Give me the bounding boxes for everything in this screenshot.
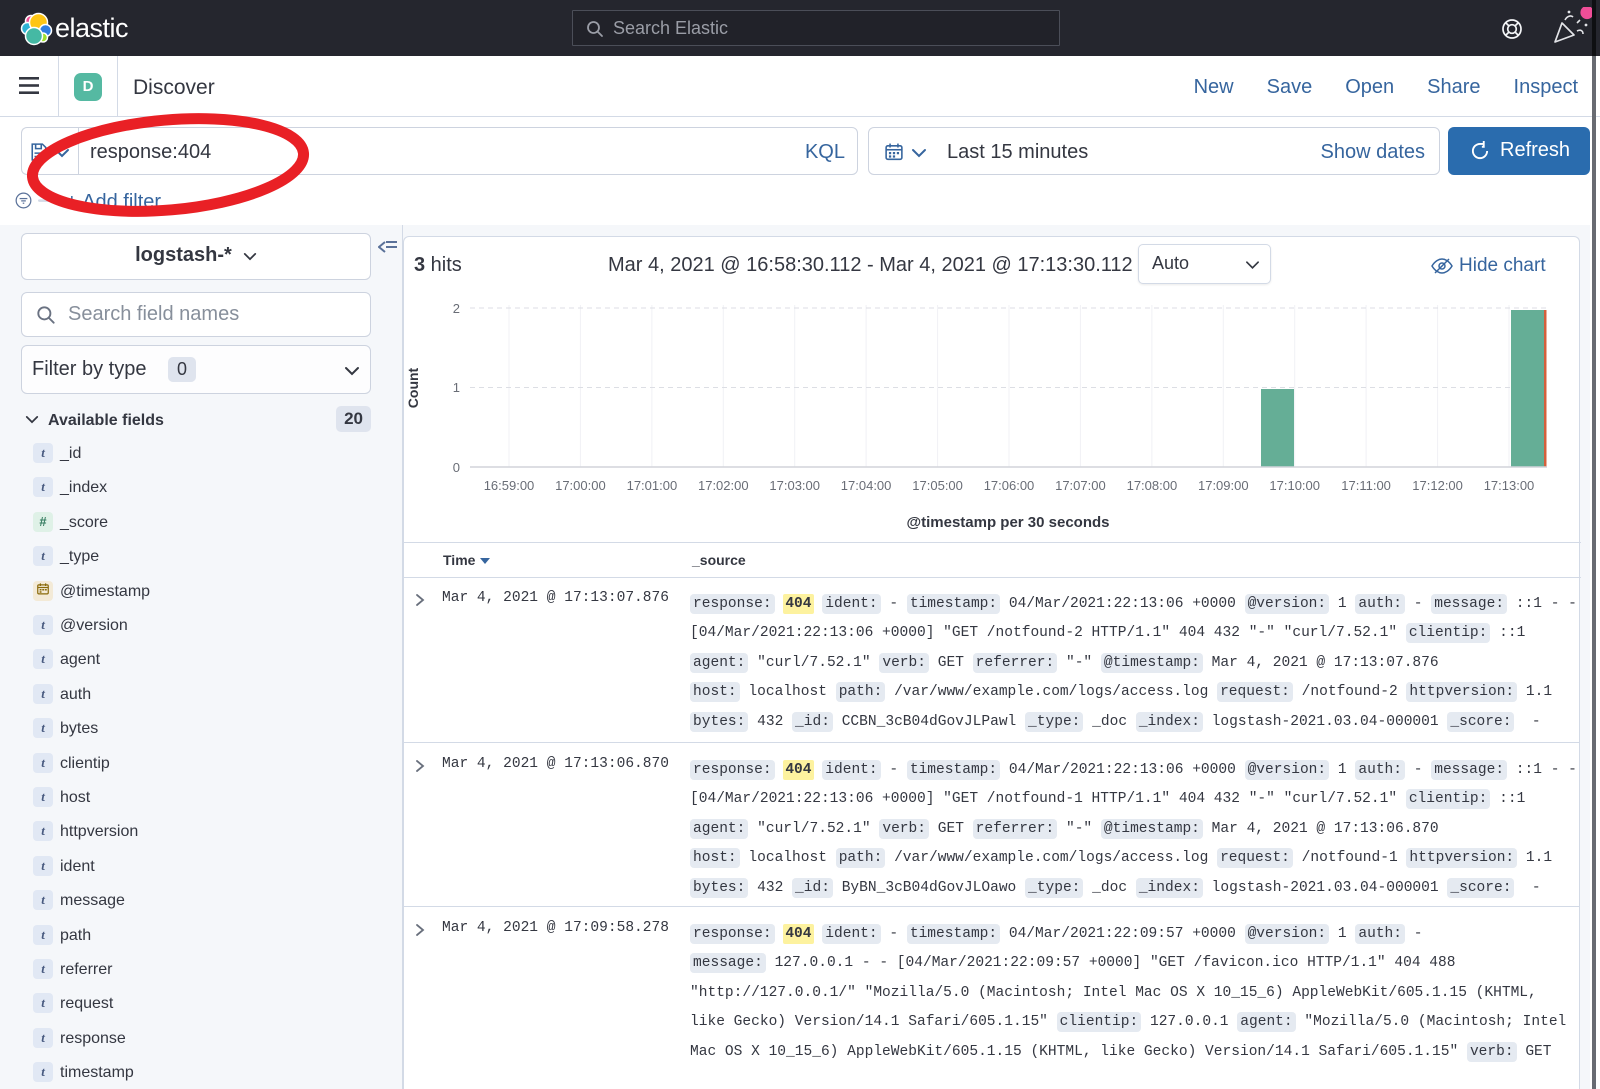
svg-text:17:05:00: 17:05:00 <box>912 478 963 493</box>
svg-text:17:12:00: 17:12:00 <box>1412 478 1463 493</box>
svg-text:17:02:00: 17:02:00 <box>698 478 749 493</box>
svg-text:17:00:00: 17:00:00 <box>555 478 606 493</box>
svg-text:17:04:00: 17:04:00 <box>841 478 892 493</box>
svg-text:1: 1 <box>453 380 460 395</box>
svg-text:17:01:00: 17:01:00 <box>627 478 678 493</box>
svg-text:2: 2 <box>453 301 460 316</box>
svg-text:16:59:00: 16:59:00 <box>484 478 535 493</box>
svg-text:17:13:00: 17:13:00 <box>1484 478 1535 493</box>
svg-text:17:03:00: 17:03:00 <box>769 478 820 493</box>
svg-text:17:09:00: 17:09:00 <box>1198 478 1249 493</box>
svg-text:17:11:00: 17:11:00 <box>1341 478 1391 493</box>
svg-text:@timestamp per 30 seconds: @timestamp per 30 seconds <box>906 514 1109 531</box>
svg-text:0: 0 <box>453 460 460 475</box>
svg-text:17:10:00: 17:10:00 <box>1269 478 1320 493</box>
svg-text:17:06:00: 17:06:00 <box>984 478 1035 493</box>
svg-text:Count: Count <box>405 367 421 408</box>
svg-text:17:07:00: 17:07:00 <box>1055 478 1106 493</box>
svg-text:17:08:00: 17:08:00 <box>1127 478 1178 493</box>
